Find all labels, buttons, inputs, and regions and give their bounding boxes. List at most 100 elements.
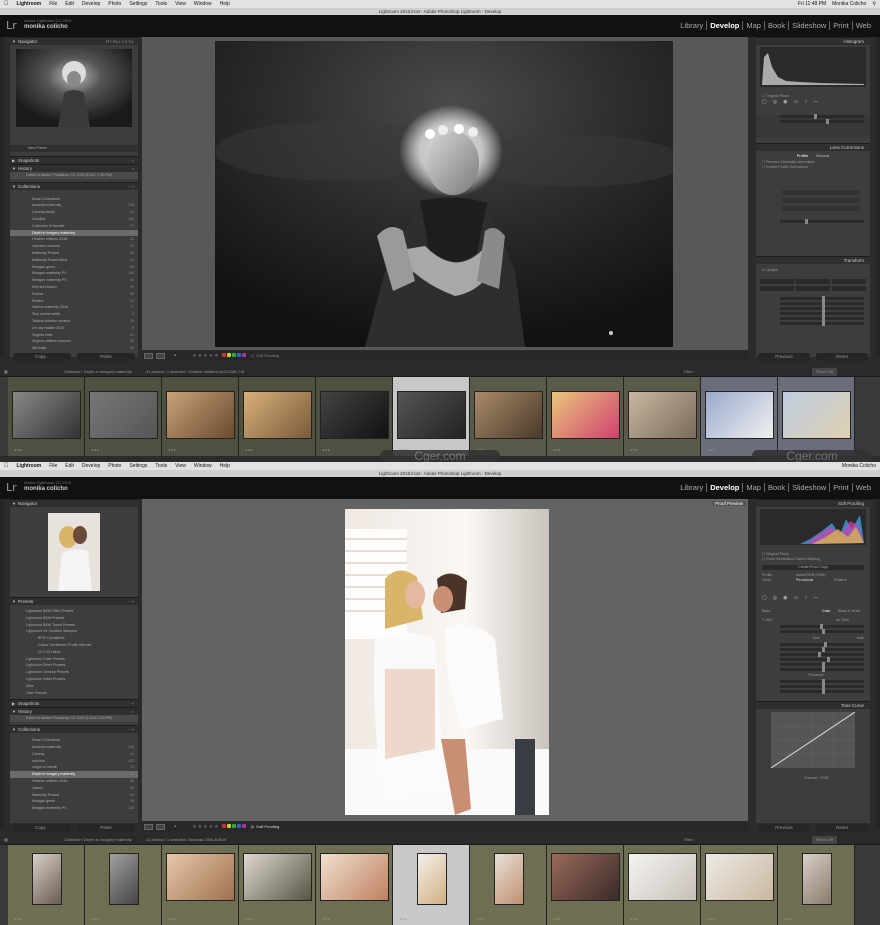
filmstrip-cell[interactable]: ★★★: [162, 377, 239, 456]
copy-button[interactable]: Copy...: [13, 353, 71, 361]
collection-item[interactable]: Meagan maternity PV 41: [10, 277, 138, 284]
module-book[interactable]: Book: [763, 21, 788, 30]
module-library[interactable]: Library: [677, 21, 706, 30]
filmstrip-thumbnail[interactable]: [320, 853, 389, 901]
navigator-thumbnail[interactable]: [48, 513, 100, 591]
graduated-filter-icon[interactable]: ▭: [793, 99, 798, 105]
color-labels[interactable]: [221, 822, 247, 832]
previous-button[interactable]: Previous: [758, 353, 810, 361]
filmstrip-cell[interactable]: ★★★: [85, 377, 162, 456]
paste-button[interactable]: Paste: [77, 824, 135, 832]
history-header[interactable]: ▼ History ×: [10, 163, 138, 172]
compare-view-icon[interactable]: [156, 353, 165, 359]
image-canvas[interactable]: [142, 37, 748, 350]
main-photo[interactable]: [215, 41, 673, 347]
menu-help[interactable]: Help: [220, 0, 230, 8]
grid-view-icon[interactable]: ▦: [4, 836, 8, 844]
preset-folder[interactable]: BFW Carolitteria: [10, 635, 138, 642]
crop-icon[interactable]: ▢: [762, 99, 767, 105]
channel-dropdown[interactable]: RGB: [820, 776, 828, 780]
filmstrip-cell[interactable]: ★★★: [778, 845, 855, 925]
filmstrip-thumbnail[interactable]: [416, 853, 447, 905]
filmstrip-source[interactable]: Collection: Depth in Imagery maternity: [64, 368, 132, 376]
soft-proofing-checkbox[interactable]: ☑: [251, 822, 255, 832]
collection-item[interactable]: Heather children 2016 52: [10, 236, 138, 243]
filmstrip-thumbnail[interactable]: [551, 853, 620, 901]
loupe-view-icon[interactable]: [144, 824, 153, 830]
collection-item[interactable]: Meagan green 38: [10, 798, 138, 805]
collection-item[interactable]: Jasmine newborn 87: [10, 243, 138, 250]
collection-item[interactable]: Meagan maternity PV 110: [10, 805, 138, 812]
menu-window[interactable]: Window: [194, 0, 212, 8]
collection-item[interactable]: Maternity Poland 64: [10, 250, 138, 257]
module-map[interactable]: Map: [742, 483, 764, 492]
filmstrip-cell[interactable]: ★★★: [393, 845, 470, 925]
radial-filter-icon[interactable]: ○: [804, 99, 807, 105]
rating-stars[interactable]: ★★★★★: [192, 351, 219, 361]
menu-edit[interactable]: Edit: [65, 0, 74, 8]
menu-window[interactable]: Window: [194, 462, 212, 470]
collection-item[interactable]: Heather children 2016 52: [10, 778, 138, 785]
redeye-icon[interactable]: ◉: [783, 595, 787, 601]
filmstrip-thumbnail[interactable]: [474, 391, 543, 439]
original-photo-checkbox[interactable]: ☐ Original Photo: [756, 94, 870, 99]
filmstrip-thumbnail[interactable]: [705, 853, 774, 901]
filmstrip-thumbnail[interactable]: [397, 391, 466, 439]
collections-header[interactable]: ▼ Collections − +: [10, 181, 138, 190]
preset-folder[interactable]: Lightroom B&W Toned Presets: [10, 622, 138, 629]
make-field[interactable]: [782, 190, 860, 195]
histogram-header[interactable]: Histogram: [756, 37, 870, 45]
histogram-chart[interactable]: [760, 47, 866, 87]
preset-folder[interactable]: Colour Gentlemen Profile Blender: [10, 642, 138, 649]
menu-develop[interactable]: Develop: [82, 462, 100, 470]
brush-icon[interactable]: —: [813, 99, 818, 105]
filmstrip-cell[interactable]: ★★★: [701, 377, 778, 456]
tab-profile[interactable]: Profile: [797, 153, 808, 158]
radial-filter-icon[interactable]: ○: [804, 595, 807, 601]
filmstrip-thumbnail[interactable]: [628, 391, 697, 439]
tone-curve-header[interactable]: Tone Curve: [756, 701, 870, 709]
add-collection-icon[interactable]: − +: [128, 726, 134, 734]
main-photo[interactable]: [345, 509, 549, 815]
collection-item[interactable]: Carolina 102: [10, 216, 138, 223]
collection-item[interactable]: carolina 102: [10, 758, 138, 765]
filmstrip-thumbnail[interactable]: [705, 391, 774, 439]
collection-item[interactable]: Smart Collections: [10, 196, 138, 203]
navigator-header[interactable]: ▼ Navigator: [10, 499, 138, 507]
module-web[interactable]: Web: [851, 483, 874, 492]
filter-dropdown[interactable]: Filters Off: [812, 836, 838, 844]
module-web[interactable]: Web: [851, 21, 874, 30]
collection-item[interactable]: cmgni of memili 74: [10, 764, 138, 771]
collections-header[interactable]: ▼ Collections − +: [10, 725, 138, 734]
preset-folder[interactable]: Lightroom B&W Filter Presets: [10, 608, 138, 615]
preset-folder[interactable]: Lightroom Clr Creative Samples: [10, 628, 138, 635]
filmstrip-cell[interactable]: ★★★: [547, 845, 624, 925]
destination-checkbox[interactable]: ☐ Show Destination Gamut Warning: [756, 557, 870, 562]
module-develop[interactable]: Develop: [706, 21, 742, 30]
previous-button[interactable]: Previous: [758, 824, 810, 832]
filmstrip-thumbnail[interactable]: [628, 853, 697, 901]
presets-header[interactable]: ▼ Presets − +: [10, 597, 138, 605]
filmstrip-thumbnail[interactable]: [782, 391, 851, 439]
soft-proofing-header[interactable]: Soft Proofing: [756, 499, 870, 507]
menu-photo[interactable]: Photo: [108, 0, 121, 8]
menu-develop[interactable]: Develop: [82, 0, 100, 8]
filmstrip-thumbnail[interactable]: [108, 853, 139, 905]
collection-item[interactable]: Radica 22: [10, 298, 138, 305]
color-option[interactable]: Color: [822, 609, 831, 614]
search-icon[interactable]: ⚲: [872, 0, 876, 8]
collection-item[interactable]: Depth in Imagery maternity 41: [10, 771, 138, 778]
collection-item[interactable]: Collection of favorite 74: [10, 223, 138, 230]
menu-lightroom[interactable]: Lightroom: [17, 0, 42, 8]
menu-file[interactable]: File: [49, 0, 57, 8]
collection-item[interactable]: Will sella 60: [10, 345, 138, 352]
highlights-slider[interactable]: [780, 652, 864, 657]
image-canvas[interactable]: Proof Preview: [142, 499, 748, 821]
menu-lightroom[interactable]: Lightroom: [17, 462, 42, 470]
filmstrip-cell[interactable]: ★★★: [778, 377, 855, 456]
rating-stars[interactable]: ★★★★★: [192, 822, 219, 832]
collection-item[interactable]: Maternity Poland Best 23: [10, 257, 138, 264]
saturation-slider[interactable]: [780, 689, 864, 694]
exposure-slider[interactable]: [780, 642, 864, 647]
brush-icon[interactable]: —: [813, 595, 818, 601]
